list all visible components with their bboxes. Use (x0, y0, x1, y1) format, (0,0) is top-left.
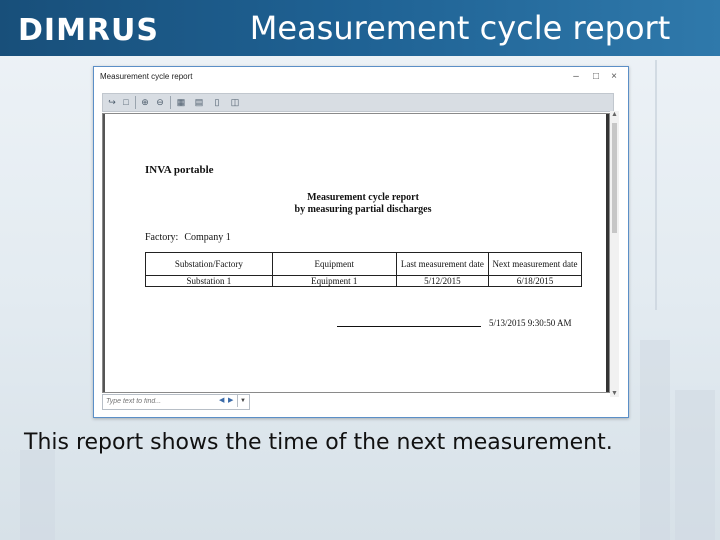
window-titlebar[interactable]: Measurement cycle report – □ × (94, 67, 628, 89)
toolbar-divider (135, 96, 136, 109)
multi-page-icon[interactable]: ◫ (229, 96, 241, 108)
scroll-up-icon[interactable]: ▲ (610, 111, 619, 118)
factory-label: Factory: (145, 232, 179, 243)
save-icon[interactable]: □ (120, 96, 132, 108)
background-power-tower (655, 60, 657, 310)
table-cell: Equipment 1 (271, 275, 397, 287)
factory-line: Factory: Company 1 (145, 232, 237, 243)
find-bar: ◀ ▶ ▼ (102, 394, 250, 410)
column-header: Substation/Factory (145, 252, 273, 276)
minimize-icon[interactable]: – (569, 70, 583, 84)
find-input[interactable] (106, 396, 206, 407)
slide-caption: This report shows the time of the next m… (24, 430, 613, 455)
table-cell: Substation 1 (145, 275, 273, 287)
window-title: Measurement cycle report (100, 72, 193, 81)
background-building (675, 390, 715, 540)
column-header: Next measurement date (487, 252, 583, 276)
header-band: DIMRUS Measurement cycle report (0, 0, 720, 56)
open-icon[interactable]: ↪ (106, 96, 118, 108)
table-row: Substation 1 Equipment 1 5/12/2015 6/18/… (145, 275, 583, 287)
report-toolbar: ↪ □ ⊕ ⊖ ▦ ▤ ▯ ◫ (102, 93, 614, 112)
find-previous-icon[interactable]: ◀ (219, 396, 224, 404)
report-heading: Measurement cycle report by measuring pa… (223, 192, 503, 216)
report-subtitle: by measuring partial discharges (294, 204, 432, 215)
column-header: Equipment (271, 252, 397, 276)
report-window: Measurement cycle report – □ × ↪ □ ⊕ ⊖ ▦… (93, 66, 629, 418)
page-setup-icon[interactable]: ▦ (175, 96, 187, 108)
table-cell: 6/18/2015 (487, 275, 583, 287)
vertical-scrollbar[interactable]: ▲ ▼ (610, 111, 619, 397)
close-icon[interactable]: × (607, 70, 621, 84)
factory-value: Company 1 (184, 232, 231, 243)
product-name: INVA portable (145, 164, 214, 176)
single-page-icon[interactable]: ▯ (211, 96, 223, 108)
report-preview: INVA portable Measurement cycle report b… (102, 113, 610, 393)
page-title: Measurement cycle report (249, 9, 671, 47)
find-next-icon[interactable]: ▶ (228, 396, 233, 404)
signature-line (337, 326, 481, 327)
logo-text: DIMRUS (18, 12, 159, 48)
maximize-icon[interactable]: □ (589, 70, 603, 84)
table-header-row: Substation/Factory Equipment Last measur… (145, 252, 583, 276)
table-cell: 5/12/2015 (395, 275, 489, 287)
background-building (20, 450, 55, 540)
zoom-out-icon[interactable]: ⊖ (154, 96, 166, 108)
zoom-in-icon[interactable]: ⊕ (139, 96, 151, 108)
print-icon[interactable]: ▤ (193, 96, 205, 108)
scrollbar-thumb[interactable] (612, 123, 617, 233)
column-header: Last measurement date (395, 252, 489, 276)
scroll-down-icon[interactable]: ▼ (610, 390, 619, 397)
find-options-icon[interactable]: ▼ (237, 395, 248, 407)
report-timestamp: 5/13/2015 9:30:50 AM (489, 318, 572, 328)
dimrus-logo: DIMRUS (18, 10, 159, 50)
report-document: INVA portable Measurement cycle report b… (103, 114, 609, 392)
toolbar-divider (170, 96, 171, 109)
report-title: Measurement cycle report (307, 192, 419, 203)
report-table: Substation/Factory Equipment Last measur… (145, 252, 583, 287)
